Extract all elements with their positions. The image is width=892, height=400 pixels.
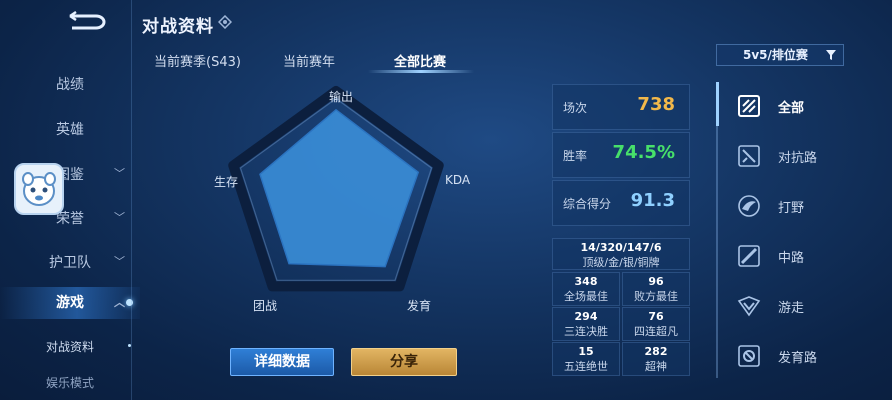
record-cell: 76 四连超凡 bbox=[622, 307, 690, 341]
mode-filter-label: 5v5/排位赛 bbox=[743, 48, 808, 62]
tab-current-year[interactable]: 当前赛年 bbox=[283, 51, 335, 70]
medal-counts: 14/320/147/6 bbox=[580, 241, 662, 254]
detail-data-button[interactable]: 详细数据 bbox=[230, 348, 334, 376]
sidebar-item-label: 英雄 bbox=[56, 122, 84, 138]
record-label: 五连绝世 bbox=[564, 360, 608, 373]
lane-label: 对抗路 bbox=[778, 151, 818, 166]
lane-label: 中路 bbox=[778, 251, 805, 266]
record-cell: 294 三连决胜 bbox=[552, 307, 620, 341]
tab-all-matches[interactable]: 全部比赛 bbox=[394, 51, 446, 70]
medal-summary: 14/320/147/6 顶级/金/银/铜牌 bbox=[552, 238, 690, 270]
stat-win-rate: 胜率 74.5% bbox=[552, 132, 690, 178]
sidebar-item-guard-team[interactable]: 护卫队 ﹀ bbox=[0, 252, 140, 272]
sidebar-item-game[interactable]: 游戏 ︿ bbox=[0, 287, 140, 319]
lane-label: 发育路 bbox=[778, 351, 818, 366]
stat-overall-score: 综合得分 91.3 bbox=[552, 180, 690, 226]
share-button[interactable]: 分享 bbox=[351, 348, 457, 376]
record-value: 348 bbox=[574, 275, 598, 288]
jungle-icon bbox=[738, 195, 760, 217]
record-cell: 96 败方最佳 bbox=[622, 272, 690, 306]
sidebar-subitem-label: 娱乐模式 bbox=[45, 376, 94, 390]
chevron-up-icon: ︿ bbox=[114, 296, 125, 309]
sidebar-item-label: 荣誉 bbox=[56, 211, 84, 227]
lane-label: 打野 bbox=[778, 201, 805, 216]
record-value: 282 bbox=[644, 345, 668, 358]
chevron-down-icon: ﹀ bbox=[114, 167, 125, 180]
sidebar-subitem-entertainment[interactable]: 娱乐模式 bbox=[0, 374, 140, 391]
record-label: 超神 bbox=[645, 360, 667, 373]
record-label: 全场最佳 bbox=[564, 290, 608, 303]
lane-item-clash[interactable]: 对抗路 bbox=[736, 143, 876, 169]
record-value: 76 bbox=[648, 310, 664, 323]
page-title: 对战资料 bbox=[142, 17, 214, 37]
mascot-icon bbox=[22, 172, 56, 206]
record-cell: 282 超神 bbox=[622, 342, 690, 376]
sidebar-subitem-label: 对战资料 bbox=[45, 340, 94, 354]
chevron-down-icon: ﹀ bbox=[114, 255, 125, 268]
stat-value: 91.3 bbox=[630, 190, 675, 211]
chevron-down-icon: ﹀ bbox=[114, 211, 125, 224]
radar-axis-label-output: 输出 bbox=[329, 90, 354, 104]
lane-item-jungle[interactable]: 打野 bbox=[736, 193, 876, 219]
lane-item-roam[interactable]: 游走 bbox=[736, 293, 876, 319]
active-lane-indicator bbox=[716, 82, 719, 126]
tab-current-season[interactable]: 当前赛季(S43) bbox=[154, 51, 241, 70]
sidebar-divider bbox=[131, 0, 132, 400]
record-value: 294 bbox=[574, 310, 598, 323]
radar-axis-label-farm: 发育 bbox=[407, 299, 432, 313]
lane-item-farm[interactable]: 发育路 bbox=[736, 343, 876, 369]
record-cell: 15 五连绝世 bbox=[552, 342, 620, 376]
mid-lane-icon bbox=[738, 245, 760, 267]
record-label: 四连超凡 bbox=[634, 325, 678, 338]
lane-list-divider bbox=[716, 82, 718, 378]
stat-matches: 场次 738 bbox=[552, 84, 690, 130]
stat-label: 胜率 bbox=[563, 149, 588, 163]
diamond-settings-icon[interactable] bbox=[218, 15, 232, 29]
record-value: 96 bbox=[648, 275, 664, 288]
assistant-avatar[interactable] bbox=[14, 163, 64, 215]
stat-label: 场次 bbox=[563, 101, 588, 115]
record-cell: 348 全场最佳 bbox=[552, 272, 620, 306]
lane-label: 游走 bbox=[778, 301, 805, 316]
filter-icon bbox=[826, 50, 836, 60]
radar-chart bbox=[228, 86, 444, 292]
stat-value: 738 bbox=[637, 94, 675, 115]
record-value: 15 bbox=[578, 345, 594, 358]
farm-lane-icon bbox=[738, 345, 760, 367]
lane-item-all[interactable]: 全部 bbox=[736, 93, 876, 119]
stat-value: 74.5% bbox=[612, 142, 675, 163]
lane-label: 全部 bbox=[778, 101, 805, 116]
roam-icon bbox=[737, 296, 761, 317]
active-tab-indicator bbox=[368, 70, 474, 73]
sidebar-item-record[interactable]: 战绩 bbox=[0, 74, 140, 94]
radar-axis-label-teamfight: 团战 bbox=[253, 299, 278, 313]
sidebar-item-heroes[interactable]: 英雄 bbox=[0, 119, 140, 139]
radar-axis-label-kda: KDA bbox=[445, 173, 471, 187]
mode-filter-dropdown[interactable]: 5v5/排位赛 bbox=[716, 44, 844, 66]
record-label: 败方最佳 bbox=[634, 290, 678, 303]
all-lanes-icon bbox=[738, 95, 760, 117]
sidebar-item-label: 战绩 bbox=[56, 77, 84, 93]
lane-item-mid[interactable]: 中路 bbox=[736, 243, 876, 269]
record-label: 三连决胜 bbox=[564, 325, 608, 338]
radar-axis-label-survival: 生存 bbox=[214, 175, 239, 189]
sidebar-subitem-battle-data[interactable]: 对战资料 bbox=[0, 338, 140, 355]
sidebar-item-label: 护卫队 bbox=[49, 255, 91, 271]
medal-label: 顶级/金/银/铜牌 bbox=[582, 256, 660, 269]
stat-label: 综合得分 bbox=[563, 197, 612, 211]
clash-lane-icon bbox=[738, 145, 760, 167]
sidebar-item-label: 游戏 bbox=[56, 295, 84, 311]
